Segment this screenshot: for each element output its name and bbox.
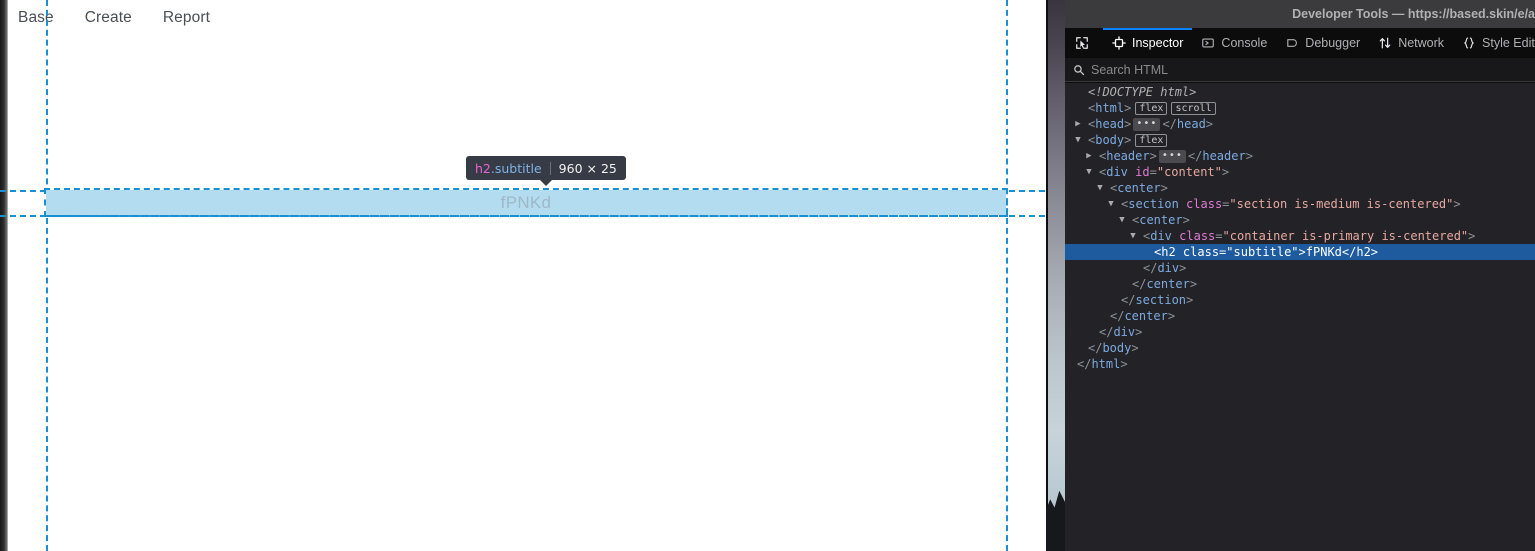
markup-node-row[interactable]: </div> (1065, 324, 1535, 340)
markup-node-row[interactable]: </center> (1065, 308, 1535, 324)
markup-node-row[interactable]: </div> (1065, 260, 1535, 276)
tab-debugger[interactable]: Debugger (1276, 28, 1369, 58)
devtools-toolbar: Inspector Console Debugger Network Style… (1065, 28, 1535, 58)
markup-node-row[interactable]: ▼ <body> flex (1065, 132, 1535, 148)
twisty-expanded-icon[interactable]: ▼ (1073, 132, 1083, 148)
twisty-expanded-icon[interactable]: ▼ (1117, 212, 1127, 228)
devtools-window-title: Developer Tools — https://based.skin/e/a (1292, 7, 1535, 21)
wallpaper-mountain-silhouette (1046, 490, 1065, 551)
guide-line-right (1006, 0, 1008, 551)
markup-node-row[interactable]: <!DOCTYPE html> (1065, 84, 1535, 100)
tab-style-editor-label: Style Edit (1482, 36, 1535, 50)
highlighted-element-text: fPNKd (500, 192, 552, 212)
guide-line-bottom (0, 215, 1045, 217)
debugger-icon (1287, 39, 1298, 47)
markup-node-row[interactable]: ▶ <header> ••• </header> (1065, 148, 1535, 164)
collapsed-content-badge: ••• (1158, 150, 1186, 163)
markup-node-row[interactable]: </center> (1065, 276, 1535, 292)
window-left-edge (0, 0, 8, 551)
markup-node-row[interactable]: ▼ <section class="section is-medium is-ce… (1065, 196, 1535, 212)
markup-node-row[interactable]: </section> (1065, 292, 1535, 308)
page-viewport: Base Create Report fPNKd h2 .subtitle 960 ×… (0, 0, 1045, 551)
twisty-expanded-icon[interactable]: ▼ (1106, 196, 1116, 212)
network-icon (1379, 37, 1391, 49)
infobar-dimensions: 960 × 25 (558, 160, 617, 176)
inspector-icon (1112, 36, 1126, 50)
node-picker-button[interactable] (1065, 28, 1097, 58)
markup-node-row[interactable]: ▶ <head> ••• </head> (1065, 116, 1535, 132)
markup-node-row[interactable]: <h2 class="subtitle">fPNKd</h2> (1065, 244, 1535, 260)
markup-node-row[interactable]: ▼ <div class="container is-primary is-cen… (1065, 228, 1535, 244)
style-editor-icon (1463, 37, 1475, 49)
markup-node-row[interactable]: </html> (1065, 356, 1535, 372)
search-icon (1074, 64, 1085, 75)
collapsed-content-badge: ••• (1133, 118, 1161, 131)
nav-link-base[interactable]: Base (18, 9, 54, 27)
markup-node-row[interactable]: </body> (1065, 340, 1535, 356)
twisty-expanded-icon[interactable]: ▼ (1128, 228, 1138, 244)
element-highlight-box: fPNKd (44, 188, 1008, 217)
infobar-tag-name: h2 (475, 160, 491, 176)
tab-inspector-label: Inspector (1132, 36, 1184, 50)
tab-network-label: Network (1398, 36, 1445, 50)
nav-link-report[interactable]: Report (163, 9, 210, 27)
infobar-separator (549, 161, 551, 175)
browser-window: Base Create Report fPNKd h2 .subtitle 960 ×… (0, 0, 1535, 551)
site-nav: Base Create Report (18, 9, 210, 27)
tab-console[interactable]: Console (1192, 28, 1276, 58)
markup-tree[interactable]: <!DOCTYPE html> <html> flex scroll ▶ <head> ••… (1065, 83, 1535, 551)
developer-tools-panel: Developer Tools — https://based.skin/e/a… (1065, 0, 1535, 551)
tab-console-label: Console (1221, 36, 1268, 50)
console-icon (1202, 38, 1215, 48)
nav-link-create[interactable]: Create (85, 9, 132, 27)
wallpaper-left-border (1046, 0, 1048, 551)
twisty-expanded-icon[interactable]: ▼ (1095, 180, 1105, 196)
devtools-titlebar: Developer Tools — https://based.skin/e/a (1065, 0, 1535, 28)
tab-network[interactable]: Network (1369, 28, 1453, 58)
twisty-collapsed-icon[interactable]: ▶ (1084, 148, 1094, 164)
scroll-badge: scroll (1171, 102, 1216, 115)
markup-node-row[interactable]: ▼ <div id="content"> (1065, 164, 1535, 180)
markup-node-row[interactable]: ▼ <center> (1065, 180, 1535, 196)
twisty-collapsed-icon[interactable]: ▶ (1073, 116, 1083, 132)
element-infobar-tooltip: h2 .subtitle 960 × 25 (466, 156, 626, 186)
twisty-expanded-icon[interactable]: ▼ (1084, 164, 1094, 180)
tab-style-editor[interactable]: Style Edit (1453, 28, 1535, 58)
node-picker-icon (1076, 37, 1088, 49)
search-html-bar[interactable] (1065, 58, 1535, 82)
guide-line-left (46, 0, 48, 551)
tab-debugger-label: Debugger (1305, 36, 1361, 50)
flex-badge: flex (1135, 102, 1168, 115)
search-html-input[interactable] (1091, 62, 1527, 77)
desktop-wallpaper-strip (1046, 0, 1065, 551)
infobar-class-name: .subtitle (490, 160, 542, 176)
markup-node-row[interactable]: <html> flex scroll (1065, 100, 1535, 116)
markup-node-row[interactable]: ▼ <center> (1065, 212, 1535, 228)
tab-inspector[interactable]: Inspector (1103, 28, 1192, 58)
flex-badge: flex (1135, 134, 1168, 147)
